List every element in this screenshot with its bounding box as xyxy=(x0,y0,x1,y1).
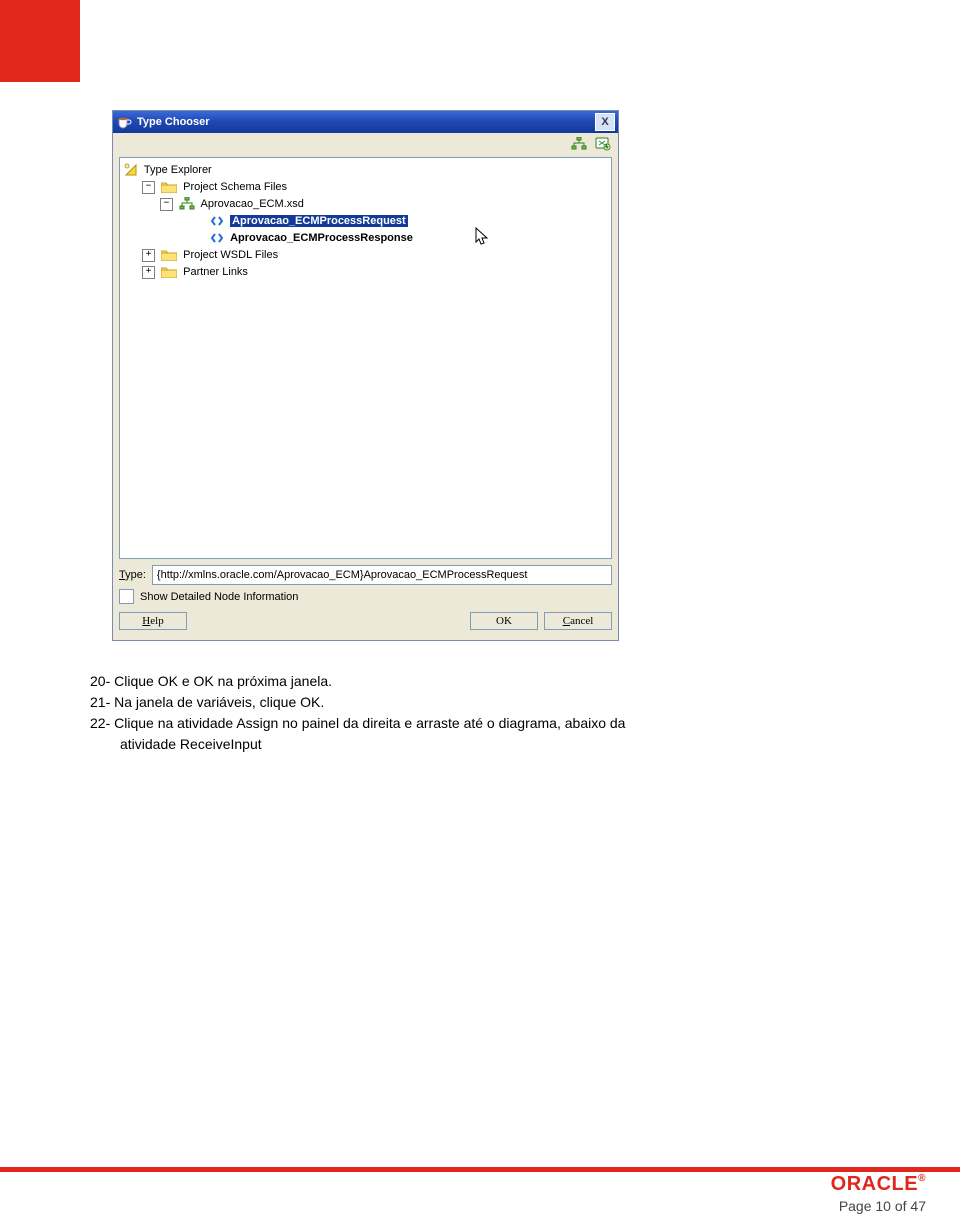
step-22a: 22- Clique na atividade Assign no painel… xyxy=(90,714,840,733)
tree-response-element[interactable]: Aprovacao_ECMProcessResponse xyxy=(124,230,607,247)
checkbox[interactable] xyxy=(119,589,134,604)
type-chooser-dialog: Type Chooser X Type Explorer − xyxy=(112,110,619,641)
element-icon xyxy=(210,215,224,227)
tree-schema-files-label: Project Schema Files xyxy=(183,181,287,193)
element-icon xyxy=(210,232,224,244)
schema-file-icon xyxy=(179,197,195,211)
tree-wsdl-label: Project WSDL Files xyxy=(183,249,278,261)
type-tree[interactable]: Type Explorer − Project Schema Files − A… xyxy=(124,162,607,281)
tree-panel: Type Explorer − Project Schema Files − A… xyxy=(119,157,612,559)
folder-icon xyxy=(161,181,177,193)
type-row: Type: {http://xmlns.oracle.com/Aprovacao… xyxy=(119,565,612,585)
tree-wsdl-files[interactable]: + Project WSDL Files xyxy=(124,247,607,264)
step-22b: atividade ReceiveInput xyxy=(90,735,840,754)
app-icon xyxy=(117,115,133,129)
folder-icon xyxy=(161,249,177,261)
step-21: 21- Na janela de variáveis, clique OK. xyxy=(90,693,840,712)
instruction-text: 20- Clique OK e OK na próxima janela. 21… xyxy=(90,672,840,756)
step-20: 20- Clique OK e OK na próxima janela. xyxy=(90,672,840,691)
tree-root[interactable]: Type Explorer xyxy=(124,162,607,179)
checkbox-row[interactable]: Show Detailed Node Information xyxy=(119,589,612,604)
oracle-logo: ORACLE® xyxy=(831,1173,926,1196)
dialog-title: Type Chooser xyxy=(137,116,210,128)
tree-response-label: Aprovacao_ECMProcessResponse xyxy=(230,232,413,244)
page-number: Page 10 of 47 xyxy=(831,1198,926,1214)
tree-request-element[interactable]: Aprovacao_ECMProcessRequest xyxy=(124,213,607,230)
schema-tool-icon[interactable] xyxy=(570,136,588,152)
cancel-button[interactable]: Cancel xyxy=(544,612,612,630)
expand-icon[interactable]: + xyxy=(142,249,155,262)
collapse-icon[interactable]: − xyxy=(142,181,155,194)
registered-icon: ® xyxy=(918,1173,926,1184)
dialog-toolbar xyxy=(113,133,618,155)
collapse-icon[interactable]: − xyxy=(160,198,173,211)
tree-xsd-label: Aprovacao_ECM.xsd xyxy=(201,198,304,210)
help-button[interactable]: Help xyxy=(119,612,187,630)
brand-text: ORACLE xyxy=(831,1173,918,1195)
tree-root-label: Type Explorer xyxy=(144,164,212,176)
tree-request-label: Aprovacao_ECMProcessRequest xyxy=(230,215,408,227)
brand-corner xyxy=(0,0,80,82)
tree-schema-files[interactable]: − Project Schema Files xyxy=(124,179,607,196)
footer: ORACLE® Page 10 of 47 xyxy=(831,1173,926,1214)
refresh-tool-icon[interactable] xyxy=(594,136,612,152)
footer-divider xyxy=(0,1167,960,1172)
tree-partner-label: Partner Links xyxy=(183,266,248,278)
type-label: Type: xyxy=(119,569,146,581)
tree-xsd[interactable]: − Aprovacao_ECM.xsd xyxy=(124,196,607,213)
close-button[interactable]: X xyxy=(595,113,615,131)
explorer-icon xyxy=(124,163,138,177)
tree-partner-links[interactable]: + Partner Links xyxy=(124,264,607,281)
expand-icon[interactable]: + xyxy=(142,266,155,279)
close-icon: X xyxy=(601,116,608,128)
titlebar: Type Chooser X xyxy=(113,111,618,133)
type-field[interactable]: {http://xmlns.oracle.com/Aprovacao_ECM}A… xyxy=(152,565,612,585)
cursor-icon xyxy=(475,227,489,250)
folder-icon xyxy=(161,266,177,278)
ok-button[interactable]: OK xyxy=(470,612,538,630)
checkbox-label: Show Detailed Node Information xyxy=(140,591,298,603)
